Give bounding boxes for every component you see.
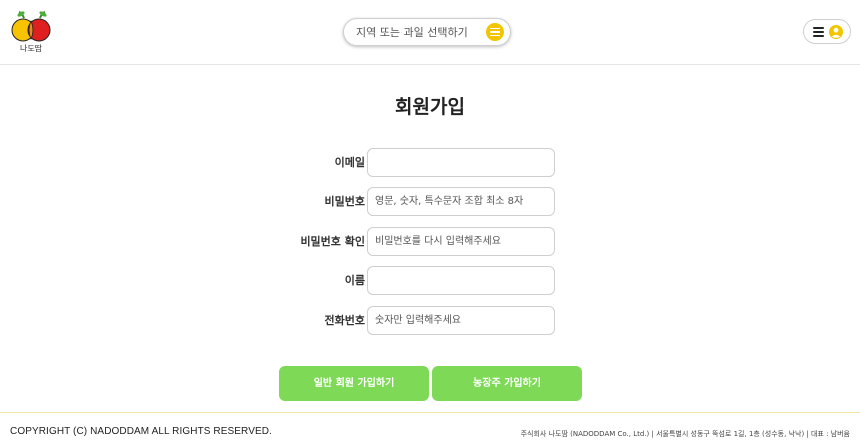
name-label: 이름: [344, 274, 365, 287]
menu-lines-icon[interactable]: [486, 23, 504, 41]
phone-row: 전화번호: [0, 306, 860, 336]
footer: COPYRIGHT (C) NADODDAM ALL RIGHTS RESERV…: [0, 412, 860, 448]
company-info-text: 주식회사 나도땀 (NADODDAM Co., Ltd.) | 서울특별시 성동…: [520, 430, 850, 438]
password-confirm-field[interactable]: [367, 227, 555, 256]
email-label: 이메일: [334, 156, 365, 169]
copyright-text: COPYRIGHT (C) NADODDAM ALL RIGHTS RESERV…: [10, 426, 272, 437]
password-confirm-row: 비밀번호 확인: [0, 227, 860, 257]
password-row: 비밀번호: [0, 187, 860, 217]
logo-text: 나도땀: [19, 44, 43, 53]
apple-logo-icon: [11, 11, 51, 42]
page-title: 회원가입: [395, 96, 465, 118]
farmer-signup-button[interactable]: 농장주 가입하기: [432, 366, 582, 401]
name-field[interactable]: [367, 266, 555, 295]
hamburger-icon: [813, 27, 824, 37]
phone-label: 전화번호: [324, 314, 365, 327]
general-signup-button[interactable]: 일반 회원 가입하기: [279, 366, 429, 401]
email-field[interactable]: [367, 148, 555, 177]
search-bar[interactable]: [343, 18, 511, 46]
user-avatar-icon: [829, 25, 843, 39]
password-field[interactable]: [367, 187, 555, 216]
user-menu-button[interactable]: [803, 19, 851, 44]
email-row: 이메일: [0, 148, 860, 178]
header: 나도땀: [0, 0, 860, 65]
search-input[interactable]: [356, 19, 476, 45]
phone-field[interactable]: [367, 306, 555, 335]
name-row: 이름: [0, 266, 860, 296]
password-label: 비밀번호: [324, 195, 365, 208]
password-confirm-label: 비밀번호 확인: [300, 235, 365, 248]
